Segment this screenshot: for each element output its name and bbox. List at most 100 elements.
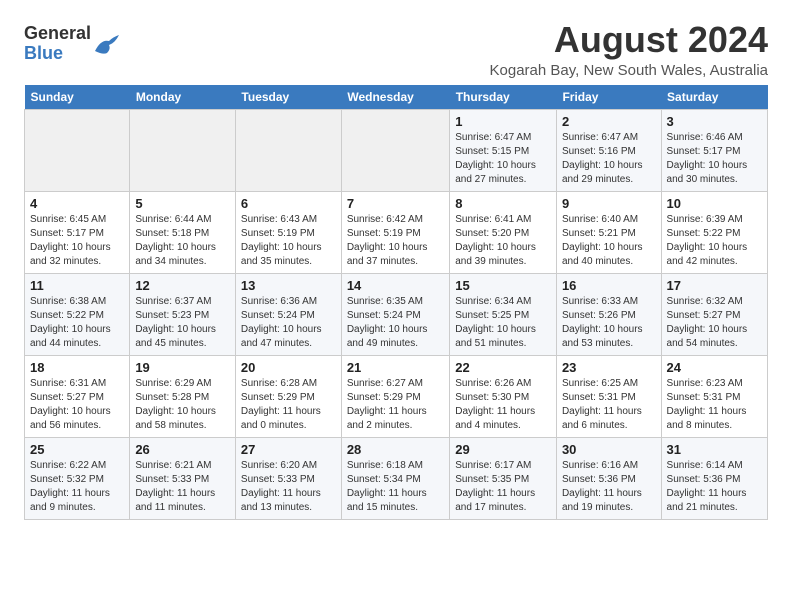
table-row: 3 Sunrise: 6:46 AMSunset: 5:17 PMDaylight… bbox=[661, 109, 767, 191]
logo-bird-icon bbox=[93, 33, 121, 55]
day-detail: Sunrise: 6:45 AMSunset: 5:17 PMDaylight:… bbox=[30, 213, 124, 269]
calendar-week-row: 25Sunrise: 6:22 AMSunset: 5:32 PMDayligh… bbox=[25, 437, 768, 519]
day-number: 22 bbox=[455, 360, 551, 375]
day-detail: Sunrise: 6:22 AMSunset: 5:32 PMDaylight:… bbox=[30, 459, 124, 515]
day-number: 7 bbox=[347, 196, 444, 211]
table-row: 11 Sunrise: 6:38 AMSunset: 5:22 PMDayligh… bbox=[25, 273, 130, 355]
day-number: 19 bbox=[135, 360, 230, 375]
day-detail: Sunrise: 6:26 AMSunset: 5:30 PMDaylight:… bbox=[455, 377, 551, 433]
day-number: 28 bbox=[347, 442, 444, 457]
day-number: 23 bbox=[562, 360, 656, 375]
calendar-week-row: 1 Sunrise: 6:47 AMSunset: 5:15 PMDaylight… bbox=[25, 109, 768, 191]
title-section: August 2024 Kogarah Bay, New South Wales… bbox=[490, 20, 768, 79]
day-detail: Sunrise: 6:35 AMSunset: 5:24 PMDaylight:… bbox=[347, 295, 444, 351]
day-number: 8 bbox=[455, 196, 551, 211]
day-number: 18 bbox=[30, 360, 124, 375]
day-detail: Sunrise: 6:39 AMSunset: 5:22 PMDaylight:… bbox=[667, 213, 762, 269]
day-detail: Sunrise: 6:23 AMSunset: 5:31 PMDaylight:… bbox=[667, 377, 762, 433]
day-detail: Sunrise: 6:44 AMSunset: 5:18 PMDaylight:… bbox=[135, 213, 230, 269]
col-wednesday: Wednesday bbox=[341, 85, 449, 110]
logo: General Blue bbox=[24, 24, 121, 64]
day-number: 14 bbox=[347, 278, 444, 293]
header-row: Sunday Monday Tuesday Wednesday Thursday… bbox=[25, 85, 768, 110]
day-detail: Sunrise: 6:36 AMSunset: 5:24 PMDaylight:… bbox=[241, 295, 336, 351]
day-detail: Sunrise: 6:47 AMSunset: 5:16 PMDaylight:… bbox=[562, 131, 656, 187]
col-monday: Monday bbox=[130, 85, 236, 110]
day-number: 21 bbox=[347, 360, 444, 375]
table-row: 25Sunrise: 6:22 AMSunset: 5:32 PMDayligh… bbox=[25, 437, 130, 519]
day-detail: Sunrise: 6:18 AMSunset: 5:34 PMDaylight:… bbox=[347, 459, 444, 515]
day-detail: Sunrise: 6:38 AMSunset: 5:22 PMDaylight:… bbox=[30, 295, 124, 351]
table-row: 10 Sunrise: 6:39 AMSunset: 5:22 PMDayligh… bbox=[661, 191, 767, 273]
table-row: 5 Sunrise: 6:44 AMSunset: 5:18 PMDaylight… bbox=[130, 191, 236, 273]
day-number: 9 bbox=[562, 196, 656, 211]
day-detail: Sunrise: 6:37 AMSunset: 5:23 PMDaylight:… bbox=[135, 295, 230, 351]
table-row bbox=[235, 109, 341, 191]
logo-blue: Blue bbox=[24, 43, 63, 63]
day-detail: Sunrise: 6:40 AMSunset: 5:21 PMDaylight:… bbox=[562, 213, 656, 269]
page-header: General Blue August 2024 Kogarah Bay, Ne… bbox=[24, 20, 768, 79]
day-detail: Sunrise: 6:16 AMSunset: 5:36 PMDaylight:… bbox=[562, 459, 656, 515]
col-friday: Friday bbox=[556, 85, 661, 110]
table-row: 20 Sunrise: 6:28 AMSunset: 5:29 PMDayligh… bbox=[235, 355, 341, 437]
table-row: 18 Sunrise: 6:31 AMSunset: 5:27 PMDayligh… bbox=[25, 355, 130, 437]
day-detail: Sunrise: 6:43 AMSunset: 5:19 PMDaylight:… bbox=[241, 213, 336, 269]
table-row: 28 Sunrise: 6:18 AMSunset: 5:34 PMDayligh… bbox=[341, 437, 449, 519]
day-number: 11 bbox=[30, 278, 124, 293]
table-row: 15Sunrise: 6:34 AMSunset: 5:25 PMDayligh… bbox=[450, 273, 557, 355]
table-row: 19 Sunrise: 6:29 AMSunset: 5:28 PMDayligh… bbox=[130, 355, 236, 437]
day-number: 13 bbox=[241, 278, 336, 293]
table-row: 27Sunrise: 6:20 AMSunset: 5:33 PMDayligh… bbox=[235, 437, 341, 519]
col-tuesday: Tuesday bbox=[235, 85, 341, 110]
day-number: 5 bbox=[135, 196, 230, 211]
table-row: 9 Sunrise: 6:40 AMSunset: 5:21 PMDaylight… bbox=[556, 191, 661, 273]
table-row: 24 Sunrise: 6:23 AMSunset: 5:31 PMDayligh… bbox=[661, 355, 767, 437]
table-row: 6 Sunrise: 6:43 AMSunset: 5:19 PMDaylight… bbox=[235, 191, 341, 273]
day-detail: Sunrise: 6:34 AMSunset: 5:25 PMDaylight:… bbox=[455, 295, 551, 351]
col-saturday: Saturday bbox=[661, 85, 767, 110]
table-row: 17Sunrise: 6:32 AMSunset: 5:27 PMDayligh… bbox=[661, 273, 767, 355]
table-row bbox=[341, 109, 449, 191]
day-number: 26 bbox=[135, 442, 230, 457]
day-detail: Sunrise: 6:29 AMSunset: 5:28 PMDaylight:… bbox=[135, 377, 230, 433]
day-number: 16 bbox=[562, 278, 656, 293]
day-detail: Sunrise: 6:25 AMSunset: 5:31 PMDaylight:… bbox=[562, 377, 656, 433]
table-row bbox=[25, 109, 130, 191]
calendar-week-row: 11 Sunrise: 6:38 AMSunset: 5:22 PMDayligh… bbox=[25, 273, 768, 355]
day-number: 24 bbox=[667, 360, 762, 375]
table-row: 2 Sunrise: 6:47 AMSunset: 5:16 PMDaylight… bbox=[556, 109, 661, 191]
col-thursday: Thursday bbox=[450, 85, 557, 110]
table-row: 7Sunrise: 6:42 AMSunset: 5:19 PMDaylight… bbox=[341, 191, 449, 273]
day-detail: Sunrise: 6:17 AMSunset: 5:35 PMDaylight:… bbox=[455, 459, 551, 515]
table-row: 21Sunrise: 6:27 AMSunset: 5:29 PMDayligh… bbox=[341, 355, 449, 437]
day-number: 3 bbox=[667, 114, 762, 129]
table-row: 26 Sunrise: 6:21 AMSunset: 5:33 PMDayligh… bbox=[130, 437, 236, 519]
day-number: 1 bbox=[455, 114, 551, 129]
day-number: 20 bbox=[241, 360, 336, 375]
day-detail: Sunrise: 6:14 AMSunset: 5:36 PMDaylight:… bbox=[667, 459, 762, 515]
table-row bbox=[130, 109, 236, 191]
table-row: 29 Sunrise: 6:17 AMSunset: 5:35 PMDayligh… bbox=[450, 437, 557, 519]
table-row: 22 Sunrise: 6:26 AMSunset: 5:30 PMDayligh… bbox=[450, 355, 557, 437]
logo-general: General bbox=[24, 23, 91, 43]
day-number: 29 bbox=[455, 442, 551, 457]
day-detail: Sunrise: 6:41 AMSunset: 5:20 PMDaylight:… bbox=[455, 213, 551, 269]
table-row: 8 Sunrise: 6:41 AMSunset: 5:20 PMDaylight… bbox=[450, 191, 557, 273]
day-detail: Sunrise: 6:20 AMSunset: 5:33 PMDaylight:… bbox=[241, 459, 336, 515]
day-detail: Sunrise: 6:21 AMSunset: 5:33 PMDaylight:… bbox=[135, 459, 230, 515]
day-detail: Sunrise: 6:28 AMSunset: 5:29 PMDaylight:… bbox=[241, 377, 336, 433]
table-row: 4 Sunrise: 6:45 AMSunset: 5:17 PMDaylight… bbox=[25, 191, 130, 273]
calendar-title: August 2024 bbox=[490, 20, 768, 60]
day-detail: Sunrise: 6:33 AMSunset: 5:26 PMDaylight:… bbox=[562, 295, 656, 351]
day-detail: Sunrise: 6:31 AMSunset: 5:27 PMDaylight:… bbox=[30, 377, 124, 433]
day-detail: Sunrise: 6:47 AMSunset: 5:15 PMDaylight:… bbox=[455, 131, 551, 187]
day-number: 30 bbox=[562, 442, 656, 457]
table-row: 12Sunrise: 6:37 AMSunset: 5:23 PMDayligh… bbox=[130, 273, 236, 355]
day-number: 31 bbox=[667, 442, 762, 457]
day-detail: Sunrise: 6:46 AMSunset: 5:17 PMDaylight:… bbox=[667, 131, 762, 187]
day-number: 2 bbox=[562, 114, 656, 129]
day-number: 10 bbox=[667, 196, 762, 211]
day-number: 4 bbox=[30, 196, 124, 211]
day-number: 6 bbox=[241, 196, 336, 211]
table-row: 16 Sunrise: 6:33 AMSunset: 5:26 PMDayligh… bbox=[556, 273, 661, 355]
